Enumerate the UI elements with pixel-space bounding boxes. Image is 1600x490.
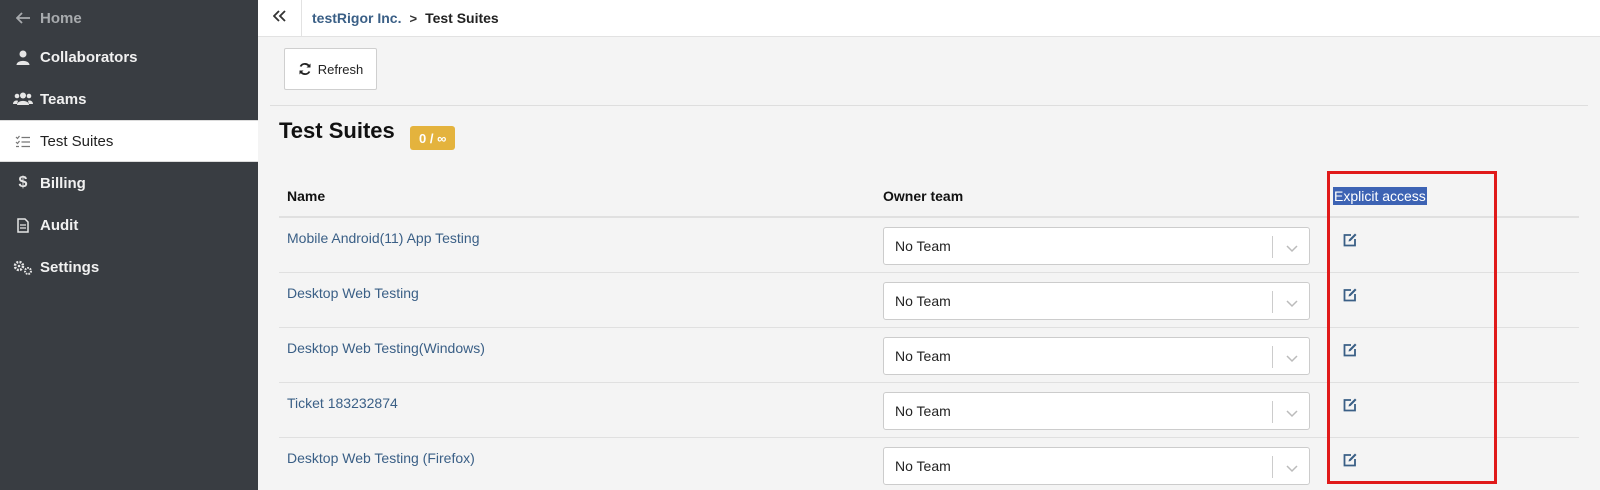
refresh-label: Refresh (317, 61, 364, 77)
toolbar: Refresh (270, 37, 1588, 106)
chevron-down-icon (1285, 295, 1299, 313)
owner-team-select[interactable]: No Team (883, 337, 1310, 375)
list-check-icon (12, 132, 34, 150)
page-title: Test Suites (279, 118, 395, 143)
sidebar-item-audit[interactable]: Audit (0, 204, 258, 246)
sidebar-item-label: Home (40, 9, 82, 27)
owner-team-value: No Team (895, 293, 951, 309)
chevron-down-icon (1285, 460, 1299, 478)
chevron-down-icon (1285, 405, 1299, 423)
double-chevron-left-icon (272, 9, 287, 27)
explicit-access-highlight-box (1327, 171, 1497, 484)
document-icon (12, 216, 34, 234)
sidebar-item-label: Billing (40, 174, 86, 192)
select-divider (1272, 236, 1273, 258)
suite-name-link[interactable]: Desktop Web Testing (Firefox) (287, 450, 475, 466)
collapse-sidebar-button[interactable] (258, 0, 302, 37)
breadcrumb-separator: > (409, 10, 418, 26)
sidebar-item-home[interactable]: Home (0, 0, 258, 36)
refresh-button[interactable]: Refresh (284, 48, 377, 90)
sidebar-item-label: Teams (40, 90, 87, 108)
refresh-icon (299, 63, 311, 75)
sidebar-item-label: Audit (40, 216, 79, 234)
sidebar-item-label: Test Suites (40, 132, 114, 150)
breadcrumb: testRigor Inc. > Test Suites (302, 10, 499, 26)
owner-team-select[interactable]: No Team (883, 227, 1310, 265)
suite-name-link[interactable]: Mobile Android(11) App Testing (287, 230, 480, 246)
chevron-down-icon (1285, 240, 1299, 258)
owner-team-value: No Team (895, 238, 951, 254)
sidebar-item-settings[interactable]: Settings (0, 246, 258, 288)
column-header-owner: Owner team (883, 188, 964, 204)
sidebar-item-test-suites[interactable]: Test Suites (0, 120, 258, 162)
breadcrumb-current: Test Suites (425, 10, 499, 26)
select-divider (1272, 456, 1273, 478)
chevron-down-icon (1285, 350, 1299, 368)
breadcrumb-bar: testRigor Inc. > Test Suites (258, 0, 1600, 37)
dollar-icon: $ (18, 174, 28, 191)
sidebar-item-label: Collaborators (40, 48, 138, 66)
owner-team-select[interactable]: No Team (883, 447, 1310, 485)
select-divider (1272, 291, 1273, 313)
owner-team-value: No Team (895, 403, 951, 419)
users-icon (12, 90, 34, 108)
owner-team-value: No Team (895, 458, 951, 474)
column-header-name: Name (287, 188, 326, 204)
suite-name-link[interactable]: Desktop Web Testing(Windows) (287, 340, 485, 356)
owner-team-value: No Team (895, 348, 951, 364)
arrow-left-icon (12, 9, 34, 27)
breadcrumb-org-link[interactable]: testRigor Inc. (312, 10, 401, 26)
owner-team-select[interactable]: No Team (883, 392, 1310, 430)
select-divider (1272, 346, 1273, 368)
gears-icon (12, 258, 34, 276)
user-icon (12, 48, 34, 66)
suite-name-link[interactable]: Desktop Web Testing (287, 285, 419, 301)
owner-team-select[interactable]: No Team (883, 282, 1310, 320)
select-divider (1272, 401, 1273, 423)
sidebar: Home Collaborators Teams Test Suites $ B… (0, 0, 258, 490)
sidebar-item-billing[interactable]: $ Billing (0, 162, 258, 204)
sidebar-item-label: Settings (40, 258, 100, 276)
suite-count-badge: 0 / ∞ (410, 126, 456, 150)
suite-name-link[interactable]: Ticket 183232874 (287, 395, 398, 411)
sidebar-item-collaborators[interactable]: Collaborators (0, 36, 258, 78)
sidebar-item-teams[interactable]: Teams (0, 78, 258, 120)
